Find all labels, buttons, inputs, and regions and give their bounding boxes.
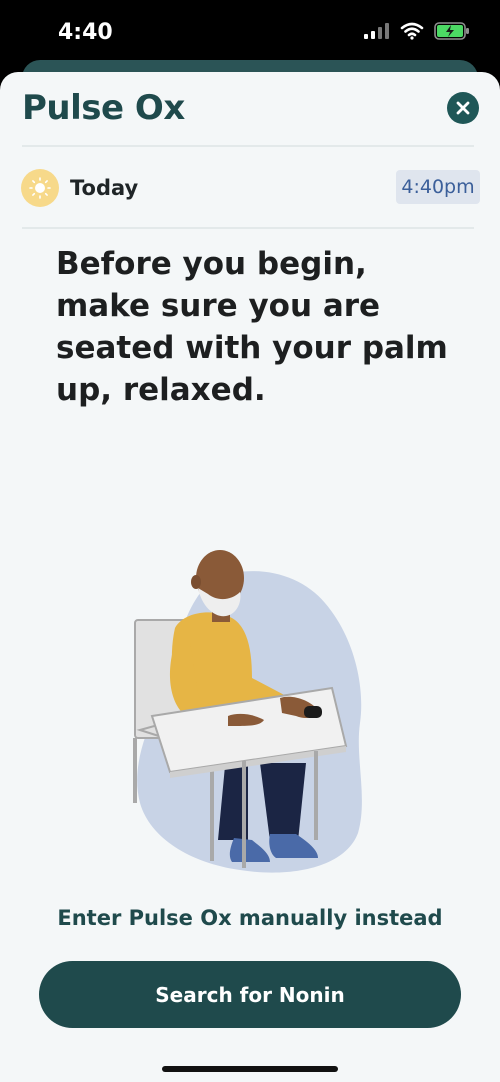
battery-charging-icon <box>434 22 469 40</box>
search-nonin-button[interactable]: Search for Nonin <box>39 961 461 1028</box>
divider <box>22 227 474 229</box>
close-icon <box>456 101 470 115</box>
instruction-text: Before you begin, make sure you are seat… <box>56 246 448 408</box>
close-button[interactable] <box>447 92 479 124</box>
home-indicator <box>162 1066 338 1072</box>
status-bar: 4:40 <box>0 0 500 62</box>
date-label: Today <box>70 176 139 200</box>
divider <box>22 145 474 147</box>
status-time: 4:40 <box>58 20 113 45</box>
sun-icon <box>29 177 51 199</box>
person-seated-illustration <box>133 550 362 873</box>
time-chip[interactable]: 4:40pm <box>396 170 480 204</box>
page-title: Pulse Ox <box>22 88 185 128</box>
date-row-icon <box>21 169 59 207</box>
status-icons <box>364 22 470 40</box>
wifi-icon <box>400 22 424 40</box>
manual-entry-link[interactable]: Enter Pulse Ox manually instead <box>0 906 500 930</box>
cellular-signal-icon <box>364 23 389 39</box>
